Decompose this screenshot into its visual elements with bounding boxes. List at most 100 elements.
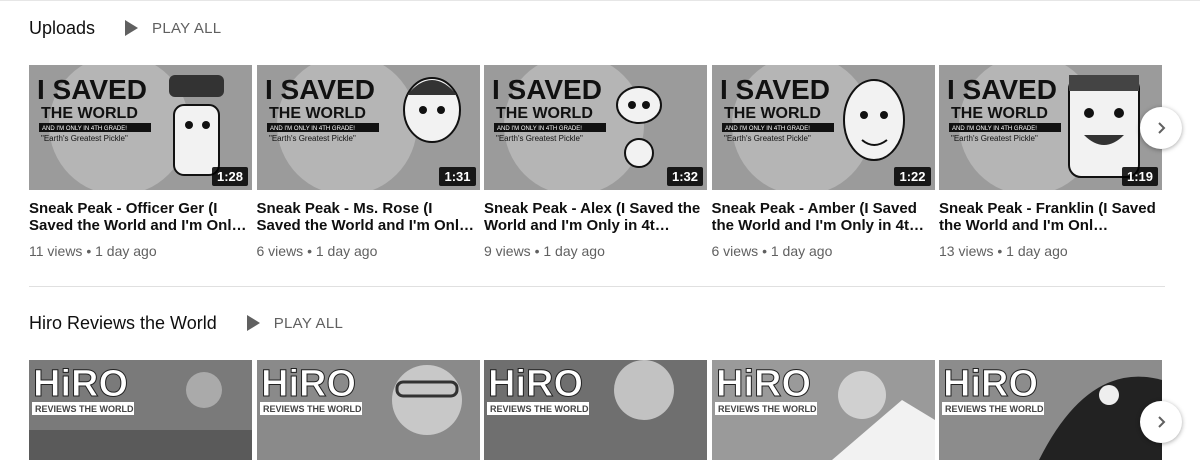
video-card[interactable]: HiRO REVIEWS THE WORLD xyxy=(711,360,935,460)
chevron-right-icon xyxy=(1158,416,1166,428)
thumb-subtitle: THE WORLD xyxy=(496,105,593,122)
video-thumbnail[interactable]: I SAVED THE WORLD AND I'M ONLY IN 4TH GR… xyxy=(711,65,935,190)
play-all-button[interactable]: PLAY ALL xyxy=(246,314,344,332)
thumbnail-image: HiRO REVIEWS THE WORLD xyxy=(29,360,252,460)
meta-separator: • xyxy=(86,243,92,259)
thumb-logo: HiRO xyxy=(488,363,583,405)
meta-separator: • xyxy=(997,243,1003,259)
video-row: I SAVED THE WORLD AND I'M ONLY IN 4TH GR… xyxy=(29,65,1167,259)
play-icon xyxy=(246,315,260,331)
video-card[interactable]: HiRO REVIEWS THE WORLD xyxy=(484,360,707,460)
video-title[interactable]: Sneak Peak - Amber (I Saved the World an… xyxy=(712,200,935,234)
thumb-subtitle: THE WORLD xyxy=(724,105,821,122)
thumbnail-image: HiRO REVIEWS THE WORLD xyxy=(484,360,707,460)
thumb-title: I SAVED xyxy=(265,74,375,105)
shelf-title[interactable]: Hiro Reviews the World xyxy=(29,313,217,334)
play-icon xyxy=(125,20,139,36)
meta-separator: • xyxy=(534,243,540,259)
shelf-divider xyxy=(29,286,1165,287)
video-meta: 6 views • 1 day ago xyxy=(712,243,935,259)
video-card[interactable]: I SAVED THE WORLD AND I'M ONLY IN 4TH GR… xyxy=(711,65,935,259)
video-card[interactable]: HiRO REVIEWS THE WORLD xyxy=(256,360,480,460)
shelf-uploads: Uploads PLAY ALL I SAVED THE WORLD AND I… xyxy=(29,10,1165,259)
thumb-tag: REVIEWS THE WORLD xyxy=(490,404,589,414)
thumb-logo: HiRO xyxy=(716,363,811,405)
video-thumbnail[interactable]: HiRO REVIEWS THE WORLD xyxy=(29,360,252,460)
video-title[interactable]: Sneak Peak - Officer Ger (I Saved the Wo… xyxy=(29,200,252,234)
thumb-strip: AND I'M ONLY IN 4TH GRADE! xyxy=(725,126,810,132)
thumb-strip: AND I'M ONLY IN 4TH GRADE! xyxy=(952,126,1037,132)
play-all-button[interactable]: PLAY ALL xyxy=(125,20,221,37)
video-meta: 13 views • 1 day ago xyxy=(939,243,1162,259)
thumb-episode: "Earth's Greatest Pickle" xyxy=(41,134,128,143)
thumb-title: I SAVED xyxy=(720,74,830,105)
thumb-episode: "Earth's Greatest Pickle" xyxy=(496,134,583,143)
video-age: 1 day ago xyxy=(543,243,605,259)
shelf-header: Uploads PLAY ALL xyxy=(29,10,1165,46)
video-card[interactable]: I SAVED THE WORLD AND I'M ONLY IN 4TH GR… xyxy=(29,65,252,259)
thumb-subtitle: THE WORLD xyxy=(269,105,366,122)
thumb-subtitle: THE WORLD xyxy=(951,105,1048,122)
thumb-title: I SAVED xyxy=(37,74,147,105)
chevron-right-icon xyxy=(1158,122,1166,134)
video-card[interactable]: HiRO REVIEWS THE WORLD xyxy=(29,360,252,460)
video-meta: 9 views • 1 day ago xyxy=(484,243,707,259)
thumb-episode: "Earth's Greatest Pickle" xyxy=(724,134,811,143)
video-card[interactable]: I SAVED THE WORLD AND I'M ONLY IN 4TH GR… xyxy=(256,65,480,259)
video-views: 13 views xyxy=(939,243,994,259)
meta-separator: • xyxy=(307,243,312,259)
video-age: 1 day ago xyxy=(770,243,833,259)
video-duration: 1:19 xyxy=(1121,167,1158,186)
video-duration: 1:22 xyxy=(894,167,931,186)
video-thumbnail[interactable]: I SAVED THE WORLD AND I'M ONLY IN 4TH GR… xyxy=(939,65,1162,190)
video-views: 11 views xyxy=(29,243,83,259)
video-duration: 1:32 xyxy=(666,167,703,186)
video-thumbnail[interactable]: HiRO REVIEWS THE WORLD xyxy=(484,360,707,460)
video-title[interactable]: Sneak Peak - Alex (I Saved the World and… xyxy=(484,200,707,234)
thumbnail-image: HiRO REVIEWS THE WORLD xyxy=(939,360,1162,460)
thumb-episode: "Earth's Greatest Pickle" xyxy=(951,134,1038,143)
thumb-title: I SAVED xyxy=(492,74,602,105)
video-views: 6 views xyxy=(711,243,759,259)
video-card[interactable]: HiRO REVIEWS THE WORLD xyxy=(939,360,1162,460)
video-age: 1 day ago xyxy=(1006,243,1068,259)
thumb-strip: AND I'M ONLY IN 4TH GRADE! xyxy=(270,126,355,132)
video-age: 1 day ago xyxy=(315,243,378,259)
thumb-strip: AND I'M ONLY IN 4TH GRADE! xyxy=(497,126,582,132)
thumb-subtitle: THE WORLD xyxy=(41,105,138,122)
video-duration: 1:31 xyxy=(439,167,476,186)
video-title[interactable]: Sneak Peak - Ms. Rose (I Saved the World… xyxy=(257,200,480,234)
thumb-episode: "Earth's Greatest Pickle" xyxy=(269,134,356,143)
shelf-title[interactable]: Uploads xyxy=(29,18,95,39)
shelf-hiro-reviews: Hiro Reviews the World PLAY ALL HiRO REV… xyxy=(29,305,1165,460)
thumb-strip: AND I'M ONLY IN 4TH GRADE! xyxy=(42,126,127,132)
thumb-logo: HiRO xyxy=(33,363,128,405)
top-divider xyxy=(0,0,1200,1)
video-thumbnail[interactable]: I SAVED THE WORLD AND I'M ONLY IN 4TH GR… xyxy=(484,65,707,190)
thumb-logo: HiRO xyxy=(943,363,1038,405)
video-thumbnail[interactable]: I SAVED THE WORLD AND I'M ONLY IN 4TH GR… xyxy=(29,65,252,190)
shelf-header: Hiro Reviews the World PLAY ALL xyxy=(29,305,1165,341)
video-age: 1 day ago xyxy=(95,243,157,259)
thumb-tag: REVIEWS THE WORLD xyxy=(263,404,362,414)
video-duration: 1:28 xyxy=(211,167,248,186)
video-views: 6 views xyxy=(256,243,304,259)
next-button[interactable] xyxy=(1140,107,1182,149)
play-all-label: PLAY ALL xyxy=(273,314,344,332)
thumb-tag: REVIEWS THE WORLD xyxy=(718,404,817,414)
video-title[interactable]: Sneak Peak - Franklin (I Saved the World… xyxy=(939,200,1162,234)
video-row: HiRO REVIEWS THE WORLD HiRO REVIEWS THE … xyxy=(29,360,1167,460)
video-thumbnail[interactable]: HiRO REVIEWS THE WORLD xyxy=(711,360,935,460)
next-button[interactable] xyxy=(1140,401,1182,443)
video-views: 9 views xyxy=(484,243,531,259)
play-all-label: PLAY ALL xyxy=(152,19,222,37)
thumb-tag: REVIEWS THE WORLD xyxy=(945,404,1044,414)
meta-separator: • xyxy=(762,243,767,259)
video-thumbnail[interactable]: I SAVED THE WORLD AND I'M ONLY IN 4TH GR… xyxy=(256,65,480,190)
video-thumbnail[interactable]: HiRO REVIEWS THE WORLD xyxy=(256,360,480,460)
thumb-title: I SAVED xyxy=(947,74,1057,105)
video-card[interactable]: I SAVED THE WORLD AND I'M ONLY IN 4TH GR… xyxy=(939,65,1162,259)
video-card[interactable]: I SAVED THE WORLD AND I'M ONLY IN 4TH GR… xyxy=(484,65,707,259)
video-thumbnail[interactable]: HiRO REVIEWS THE WORLD xyxy=(939,360,1162,460)
thumb-tag: REVIEWS THE WORLD xyxy=(35,404,134,414)
